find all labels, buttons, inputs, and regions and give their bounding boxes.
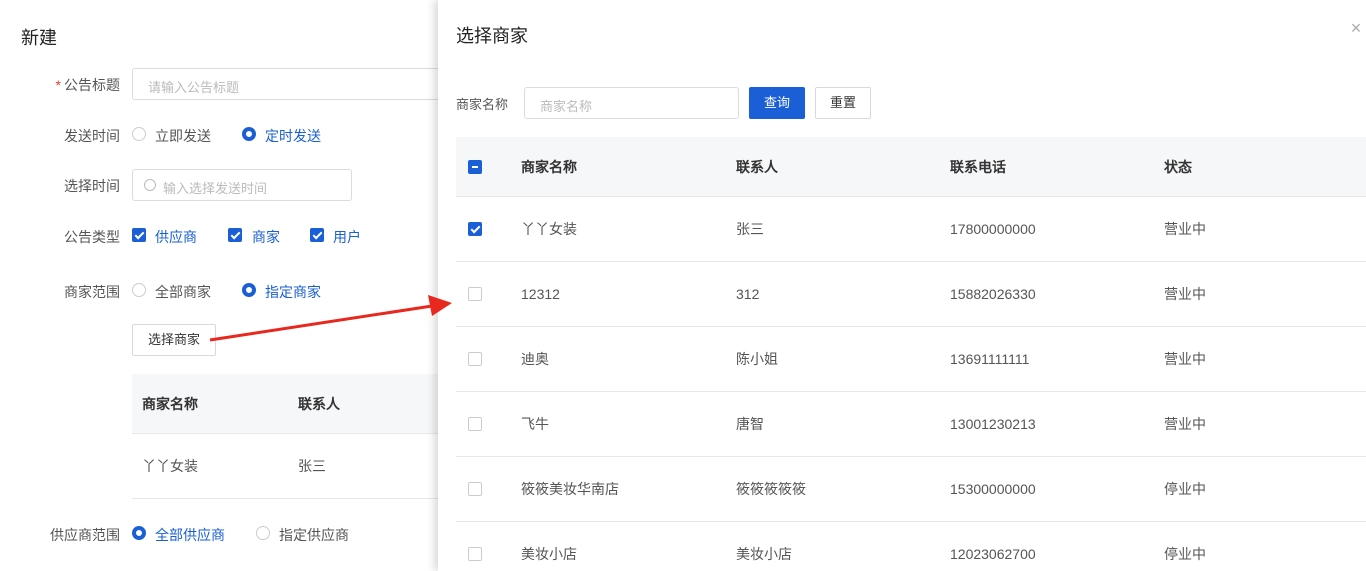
cell-phone: 17800000000 xyxy=(950,221,1036,237)
merchant-search-input[interactable]: 商家名称 xyxy=(524,87,739,119)
notice-type-label: 公告类型 xyxy=(64,229,120,245)
cell-status: 营业中 xyxy=(1164,351,1206,367)
cell-phone: 12023062700 xyxy=(950,546,1036,562)
scope-specified-label[interactable]: 指定商家 xyxy=(265,282,321,302)
table-row[interactable]: 筱筱美妆华南店 筱筱筱筱筱 15300000000 停业中 xyxy=(456,457,1366,522)
cell-contact: 张三 xyxy=(736,221,764,237)
cell-status: 营业中 xyxy=(1164,221,1206,237)
header-merchant-name: 商家名称 xyxy=(142,395,198,412)
table-row[interactable]: 美妆小店 美妆小店 12023062700 停业中 xyxy=(456,522,1366,571)
cell-merchant-name: 迪奥 xyxy=(521,351,549,367)
row-checkbox[interactable] xyxy=(468,417,482,431)
selected-merchant-table: 商家名称 联系人 丫丫女装 张三 xyxy=(132,374,440,499)
search-label: 商家名称 xyxy=(456,97,509,112)
cell-phone: 13691111111 xyxy=(950,351,1030,367)
table-header: 商家名称 联系人 xyxy=(132,374,440,434)
cell-contact: 筱筱筱筱筱 xyxy=(736,481,806,497)
cell-contact: 唐智 xyxy=(736,416,764,432)
cell-merchant-name: 12312 xyxy=(521,286,560,302)
cell-status: 停业中 xyxy=(1164,481,1206,497)
scope-all-label[interactable]: 全部商家 xyxy=(155,282,211,302)
cell-merchant-name: 飞牛 xyxy=(521,416,549,432)
header-contact: 联系人 xyxy=(298,395,340,412)
cell-contact: 美妆小店 xyxy=(736,546,792,562)
supplier-all-radio[interactable] xyxy=(132,526,146,540)
cell-contact: 312 xyxy=(736,286,760,302)
clock-icon xyxy=(144,179,156,191)
cell-status: 营业中 xyxy=(1164,416,1206,432)
table-row[interactable]: 12312 312 15882026330 营业中 xyxy=(456,262,1366,327)
row-checkbox[interactable] xyxy=(468,352,482,366)
form-title: 新建 xyxy=(21,28,57,48)
send-time-label: 发送时间 xyxy=(64,128,120,144)
supplier-scope-label: 供应商范围 xyxy=(50,527,120,543)
row-checkbox[interactable] xyxy=(468,547,482,561)
row-checkbox[interactable] xyxy=(468,222,482,236)
table-header: 商家名称 联系人 联系电话 状态 xyxy=(456,137,1366,197)
row-checkbox[interactable] xyxy=(468,482,482,496)
supplier-specified-radio[interactable] xyxy=(256,526,270,540)
send-now-radio[interactable] xyxy=(132,127,146,141)
pick-time-input[interactable]: 输入选择发送时间 xyxy=(132,169,352,201)
cell-merchant-name: 丫丫女装 xyxy=(521,221,577,237)
query-button[interactable]: 查询 xyxy=(749,87,805,119)
drawer-title: 选择商家 xyxy=(456,26,528,46)
table-row[interactable]: 丫丫女装 张三 17800000000 营业中 xyxy=(456,197,1366,262)
send-scheduled-radio[interactable] xyxy=(242,127,256,141)
row-checkbox[interactable] xyxy=(468,287,482,301)
cell-phone: 15300000000 xyxy=(950,481,1036,497)
type-user-checkbox[interactable] xyxy=(310,228,324,242)
supplier-specified-label[interactable]: 指定供应商 xyxy=(279,525,349,545)
select-merchant-drawer: 选择商家 × 商家名称 商家名称 查询 重置 商家名称 联系人 联系电话 状态 … xyxy=(438,0,1366,571)
header-phone: 联系电话 xyxy=(950,158,1006,175)
select-all-checkbox[interactable] xyxy=(468,160,482,174)
header-merchant-name: 商家名称 xyxy=(521,158,577,175)
merchant-scope-label: 商家范围 xyxy=(64,284,120,300)
cell-merchant-name: 筱筱美妆华南店 xyxy=(521,481,619,497)
table-row[interactable]: 迪奥 陈小姐 13691111111 营业中 xyxy=(456,327,1366,392)
cell-merchant-name: 丫丫女装 xyxy=(142,458,198,474)
notice-title-input[interactable]: 请输入公告标题 xyxy=(132,68,440,100)
type-merchant-label[interactable]: 商家 xyxy=(252,227,280,247)
type-user-label[interactable]: 用户 xyxy=(333,227,361,247)
send-now-label[interactable]: 立即发送 xyxy=(155,126,211,146)
table-row[interactable]: 飞牛 唐智 13001230213 营业中 xyxy=(456,392,1366,457)
scope-specified-radio[interactable] xyxy=(242,283,256,297)
type-supplier-checkbox[interactable] xyxy=(132,228,146,242)
type-supplier-label[interactable]: 供应商 xyxy=(155,227,197,247)
cell-merchant-name: 美妆小店 xyxy=(521,546,577,562)
notice-title-label: * 公告标题 xyxy=(55,77,120,93)
merchant-table: 商家名称 联系人 联系电话 状态 丫丫女装 张三 17800000000 营业中 123… xyxy=(456,137,1366,571)
cell-phone: 13001230213 xyxy=(950,416,1036,432)
table-row: 丫丫女装 张三 xyxy=(132,434,440,499)
cell-contact: 陈小姐 xyxy=(736,351,778,367)
scope-all-radio[interactable] xyxy=(132,283,146,297)
cell-status: 营业中 xyxy=(1164,286,1206,302)
reset-button[interactable]: 重置 xyxy=(815,87,871,119)
cell-status: 停业中 xyxy=(1164,546,1206,562)
close-icon[interactable]: × xyxy=(1348,19,1364,37)
header-contact: 联系人 xyxy=(736,158,778,175)
cell-phone: 15882026330 xyxy=(950,286,1036,302)
header-status: 状态 xyxy=(1164,158,1192,175)
cell-contact: 张三 xyxy=(298,458,326,474)
type-merchant-checkbox[interactable] xyxy=(228,228,242,242)
pick-time-label: 选择时间 xyxy=(64,178,120,194)
send-scheduled-label[interactable]: 定时发送 xyxy=(265,126,321,146)
new-notice-form: 新建 * 公告标题 请输入公告标题 发送时间 立即发送 定时发送 选择时间 输入选… xyxy=(0,0,440,571)
select-merchant-button[interactable]: 选择商家 xyxy=(132,324,216,356)
supplier-all-label[interactable]: 全部供应商 xyxy=(155,525,225,545)
